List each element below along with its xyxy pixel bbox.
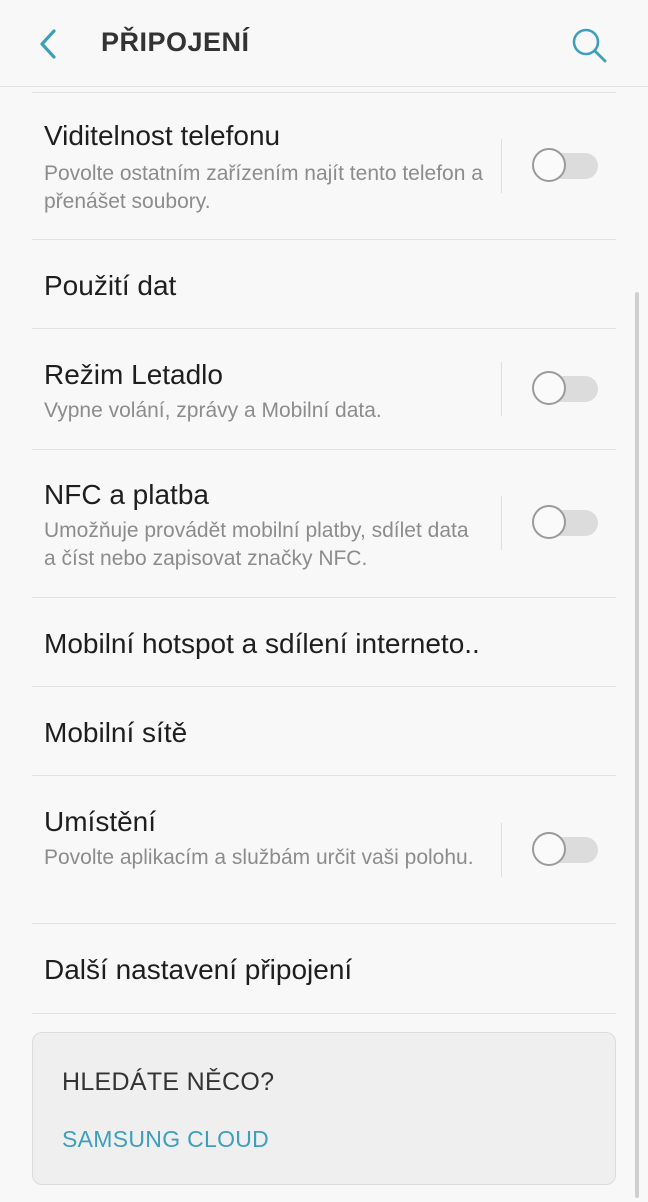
location-toggle[interactable] — [532, 832, 600, 868]
setting-title: NFC a platba — [44, 479, 209, 510]
suggestion-card: HLEDÁTE NĚCO? SAMSUNG CLOUD — [32, 1032, 616, 1185]
setting-title: Další nastavení připojení — [44, 954, 353, 985]
row-divider — [32, 1013, 616, 1014]
chevron-left-icon — [40, 29, 56, 59]
setting-subtitle: Umožňuje provádět mobilní platby, sdílet… — [44, 519, 469, 570]
setting-mobile-networks[interactable]: Mobilní sítě — [0, 687, 648, 776]
toggle-knob — [532, 371, 566, 405]
setting-title: Umístění — [44, 806, 157, 837]
back-button[interactable] — [24, 20, 74, 70]
toggle-knob — [532, 505, 566, 539]
suggestion-card-title: HLEDÁTE NĚCO? — [62, 1068, 275, 1096]
nfc-toggle[interactable] — [532, 505, 600, 541]
settings-screen: PŘIPOJENÍ Viditelnost telefonu Povolte o… — [0, 0, 648, 1202]
phone-visibility-toggle[interactable] — [532, 148, 600, 184]
toggle-knob — [532, 148, 566, 182]
app-bar: PŘIPOJENÍ — [0, 0, 648, 87]
list-top-divider — [32, 86, 616, 93]
setting-subtitle: Povolte ostatním zařízením najít tento t… — [44, 162, 483, 213]
setting-title: Použití dat — [44, 270, 177, 301]
toggle-knob — [532, 832, 566, 866]
row-separator — [501, 362, 502, 416]
setting-phone-visibility[interactable]: Viditelnost telefonu Povolte ostatním za… — [0, 93, 648, 240]
search-icon — [572, 28, 607, 63]
row-separator — [501, 823, 502, 877]
page-title: PŘIPOJENÍ — [101, 27, 250, 57]
setting-mobile-hotspot[interactable]: Mobilní hotspot a sdílení interneto.. — [0, 598, 648, 687]
setting-title: Režim Letadlo — [44, 359, 223, 390]
airplane-mode-toggle[interactable] — [532, 371, 600, 407]
settings-list: Viditelnost telefonu Povolte ostatním za… — [0, 93, 648, 1014]
row-separator — [501, 139, 502, 193]
setting-nfc[interactable]: NFC a platba Umožňuje provádět mobilní p… — [0, 450, 648, 598]
setting-title: Mobilní sítě — [44, 717, 188, 748]
setting-subtitle: Povolte aplikacím a službám určit vaši p… — [44, 846, 474, 869]
setting-data-usage[interactable]: Použití dat — [0, 240, 648, 329]
samsung-cloud-link[interactable]: SAMSUNG CLOUD — [62, 1126, 269, 1153]
setting-airplane-mode[interactable]: Režim Letadlo Vypne volání, zprávy a Mob… — [0, 329, 648, 450]
scrollbar[interactable] — [635, 292, 639, 1198]
setting-title: Mobilní hotspot a sdílení interneto.. — [44, 628, 480, 659]
setting-subtitle: Vypne volání, zprávy a Mobilní data. — [44, 399, 382, 422]
setting-location[interactable]: Umístění Povolte aplikacím a službám urč… — [0, 776, 648, 924]
setting-title: Viditelnost telefonu — [44, 120, 281, 151]
row-separator — [501, 496, 502, 550]
search-button[interactable] — [566, 22, 612, 68]
setting-more-connection[interactable]: Další nastavení připojení — [0, 924, 648, 1014]
